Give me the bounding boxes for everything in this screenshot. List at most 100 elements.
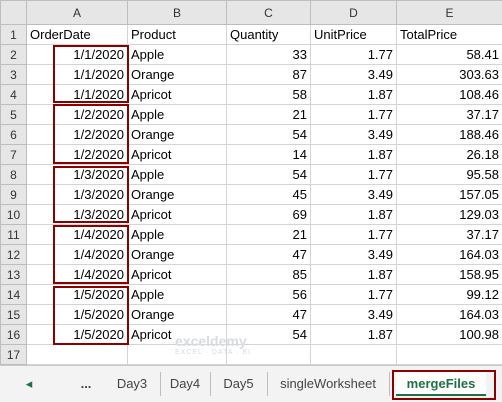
tab-singleworksheet[interactable]: singleWorksheet [267,372,390,396]
cell[interactable]: 1/4/2020 [26,244,128,265]
cell[interactable]: 1/3/2020 [26,164,128,185]
row-header[interactable]: 14 [0,284,27,305]
cell[interactable]: 37.17 [396,104,502,125]
column-header-e[interactable]: E [396,0,502,25]
column-header-d[interactable]: D [310,0,397,25]
cell[interactable]: 1/4/2020 [26,264,128,285]
scroll-tabs-left-icon[interactable]: ◂ [20,372,38,396]
cell[interactable]: 164.03 [396,304,502,325]
row-header[interactable]: 9 [0,184,27,205]
row-header[interactable]: 12 [0,244,27,265]
cell[interactable]: 1/3/2020 [26,184,128,205]
cell[interactable]: Orange [127,184,227,205]
cell[interactable]: Apricot [127,144,227,165]
cell[interactable]: Apple [127,164,227,185]
row-header[interactable]: 6 [0,124,27,145]
cell[interactable]: 1/1/2020 [26,64,128,85]
tab-day5[interactable]: Day5 [210,372,268,396]
cell[interactable]: 47 [226,304,311,325]
cell[interactable]: 58.41 [396,44,502,65]
more-tabs-button[interactable]: ... [75,372,97,396]
cell[interactable]: 129.03 [396,204,502,225]
cell[interactable]: 157.05 [396,184,502,205]
cell[interactable]: 1.77 [310,164,397,185]
cell[interactable]: 1/5/2020 [26,324,128,345]
cell[interactable]: 3.49 [310,64,397,85]
cell[interactable]: 33 [226,44,311,65]
cell[interactable]: 1/2/2020 [26,144,128,165]
cell[interactable]: Apple [127,44,227,65]
row-header[interactable]: 2 [0,44,27,65]
cell[interactable]: 1.87 [310,264,397,285]
row-header[interactable]: 5 [0,104,27,125]
cell[interactable]: UnitPrice [310,24,397,45]
cell[interactable]: 95.58 [396,164,502,185]
cell[interactable]: Orange [127,64,227,85]
tab-day4[interactable]: Day4 [160,372,211,396]
cell[interactable]: 85 [226,264,311,285]
row-header[interactable]: 3 [0,64,27,85]
cell[interactable]: 1.77 [310,284,397,305]
cell[interactable]: Apricot [127,264,227,285]
cell[interactable]: 26.18 [396,144,502,165]
cell[interactable]: 87 [226,64,311,85]
cell[interactable]: 1/5/2020 [26,284,128,305]
row-header[interactable]: 10 [0,204,27,225]
cell[interactable]: 1.87 [310,204,397,225]
cell[interactable]: 58 [226,84,311,105]
row-header[interactable]: 4 [0,84,27,105]
cell[interactable]: 1/5/2020 [26,304,128,325]
row-header[interactable]: 17 [0,344,27,365]
column-header-a[interactable]: A [26,0,128,25]
cell[interactable]: 1.77 [310,44,397,65]
cell[interactable]: 303.63 [396,64,502,85]
cell[interactable]: 1.77 [310,104,397,125]
cell[interactable]: Orange [127,124,227,145]
cell[interactable]: 1.87 [310,144,397,165]
cell[interactable]: 3.49 [310,124,397,145]
cell[interactable]: 37.17 [396,224,502,245]
cell[interactable]: 3.49 [310,304,397,325]
column-header-b[interactable]: B [127,0,227,25]
row-header[interactable]: 7 [0,144,27,165]
cell[interactable]: 1/2/2020 [26,104,128,125]
cell[interactable]: 188.46 [396,124,502,145]
cell[interactable]: 108.46 [396,84,502,105]
cell[interactable]: 47 [226,244,311,265]
row-header[interactable]: 13 [0,264,27,285]
cell[interactable]: 54 [226,164,311,185]
row-header[interactable]: 8 [0,164,27,185]
cell[interactable]: 69 [226,204,311,225]
cell[interactable]: Orange [127,244,227,265]
cell[interactable]: 3.49 [310,184,397,205]
cell[interactable]: Apple [127,224,227,245]
cell[interactable]: 1.87 [310,324,397,345]
column-header-c[interactable]: C [226,0,311,25]
cell[interactable]: Apricot [127,204,227,225]
tab-day3[interactable]: Day3 [104,372,161,396]
cell[interactable]: 1/3/2020 [26,204,128,225]
cell[interactable]: 99.12 [396,284,502,305]
cell[interactable]: 45 [226,184,311,205]
cell[interactable]: 3.49 [310,244,397,265]
cell[interactable]: TotalPrice [396,24,502,45]
cell[interactable]: Product [127,24,227,45]
cell[interactable] [396,344,502,365]
cell[interactable]: 21 [226,104,311,125]
cell[interactable]: 14 [226,144,311,165]
cell[interactable]: 54 [226,124,311,145]
cell[interactable]: Apple [127,104,227,125]
cell[interactable]: Orange [127,304,227,325]
cell[interactable]: 56 [226,284,311,305]
cell[interactable]: 100.98 [396,324,502,345]
row-header[interactable]: 16 [0,324,27,345]
cell[interactable]: Apricot [127,84,227,105]
cell[interactable]: 1/4/2020 [26,224,128,245]
cell[interactable]: 1.77 [310,224,397,245]
cell[interactable] [310,344,397,365]
row-header[interactable]: 1 [0,24,27,45]
cell[interactable]: 164.03 [396,244,502,265]
cell[interactable] [26,344,128,365]
cell[interactable]: 1/2/2020 [26,124,128,145]
cell[interactable]: 1/1/2020 [26,44,128,65]
